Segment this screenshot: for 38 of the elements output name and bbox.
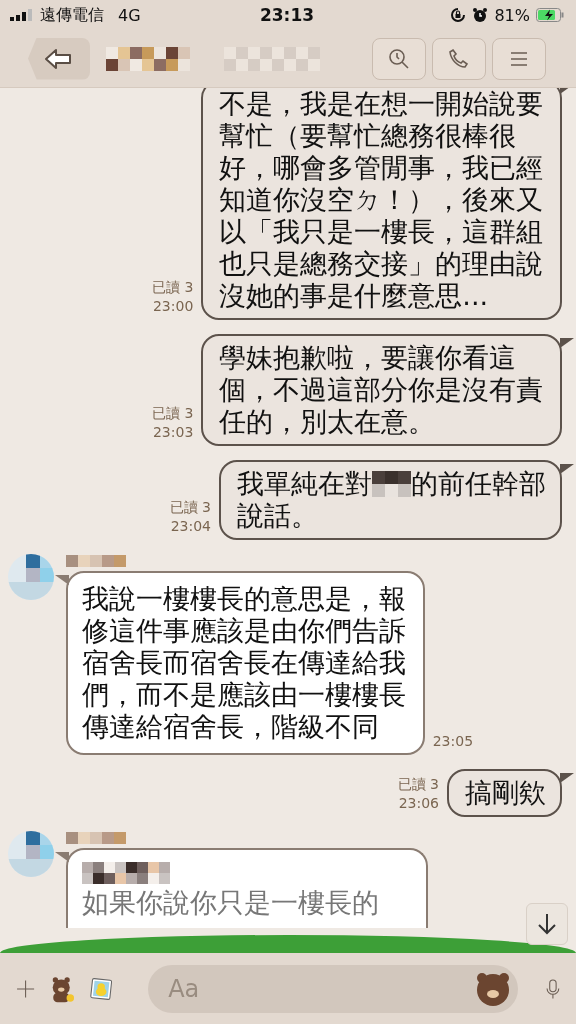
message-input-field[interactable]: Aa <box>148 964 519 1013</box>
read-receipt: 已讀 3 <box>151 278 194 297</box>
call-button[interactable] <box>432 37 486 80</box>
scroll-down-button[interactable] <box>526 903 568 945</box>
network-type: 4G <box>118 5 141 25</box>
back-button[interactable] <box>28 37 90 80</box>
search-history-button[interactable] <box>372 37 426 80</box>
message-time: 23:06 <box>398 794 439 813</box>
carrier-name: 遠傳電信 <box>40 4 104 26</box>
battery-percent: 81% <box>494 5 530 25</box>
pixelated-sender-name <box>66 555 126 567</box>
clock-time: 23:13 <box>259 5 315 25</box>
message-text: 搞剛欸 <box>465 777 546 808</box>
down-arrow-icon <box>536 912 558 936</box>
read-receipt: 已讀 3 <box>169 498 211 517</box>
clock-search-icon <box>387 46 411 71</box>
read-receipt: 已讀 3 <box>151 404 194 423</box>
read-receipt: 已讀 3 <box>397 775 439 794</box>
message-text: 學妹抱歉啦，要讓你看這個，不過這部分你是沒有責任的，別太在意。 <box>219 342 544 437</box>
message-text: 的前任幹部 <box>411 468 546 500</box>
message-text: 不是，我是在想一開始說要幫忙（要幫忙總務很棒很好，哪會多管閒事，我已經知道你沒空ㄉ！），後來又以「我只是一樓長，這群組也只是總務交接」的理由說沒她的事是什麼意思... <box>219 88 544 311</box>
message-time: 23:00 <box>152 297 194 316</box>
pixelated-word <box>372 471 411 497</box>
battery-icon <box>536 8 564 22</box>
alarm-clock-icon <box>472 7 489 23</box>
message-time: 23:05 <box>432 732 474 751</box>
message-time: 23:03 <box>152 423 194 442</box>
message-time: 23:04 <box>170 517 211 536</box>
message-text: 我單純在對 <box>237 468 372 500</box>
signal-icon <box>10 9 32 21</box>
message-text: 我說一樓樓長的意思是，報修這件事應該是由你們告訴宿舍長而宿舍長在傳達給我們，而不是應該由一樓樓長傳達給宿舍長，階級不同 <box>82 583 406 742</box>
pixelated-sender-name <box>66 832 126 844</box>
back-arrow-icon <box>44 46 74 71</box>
message-text: 說話。 <box>237 500 319 532</box>
phone-icon <box>447 46 471 71</box>
menu-button[interactable] <box>492 37 546 80</box>
message-text: 如果你說你只是一樓長的 <box>82 887 379 918</box>
rotation-lock-icon <box>450 7 467 23</box>
